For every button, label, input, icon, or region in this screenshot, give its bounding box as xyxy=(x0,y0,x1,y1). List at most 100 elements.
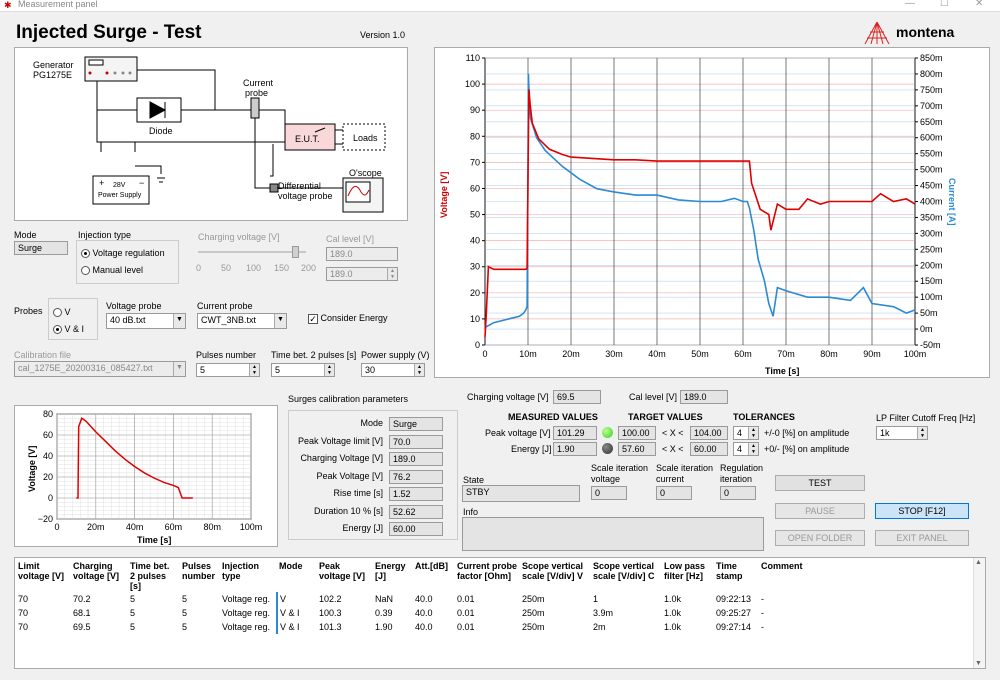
y2-tick-label: 500m xyxy=(920,165,943,175)
psu-voltage-label: 28V xyxy=(113,182,126,189)
voltage-probe-label: Voltage probe xyxy=(106,301,162,311)
setup-diagram: Generator PG1275E Diode Current probe E.… xyxy=(14,47,408,221)
spinner-icon[interactable]: ▲ ▼ xyxy=(387,268,397,280)
peak-tolerance-value: 4 xyxy=(737,428,743,438)
spinner-icon[interactable]: ▲ ▼ xyxy=(249,364,259,376)
injection-option-manual[interactable]: Manual level xyxy=(81,265,144,276)
pause-button[interactable]: PAUSE xyxy=(775,503,865,519)
pulses-number-field[interactable]: 5 ▲ ▼ xyxy=(196,363,260,377)
header-line: Charging xyxy=(73,561,113,571)
minimize-icon[interactable]: — xyxy=(905,0,915,9)
table-column-header[interactable]: Time bet. 2 pulses [s] xyxy=(128,560,180,592)
table-row[interactable]: 70 70.2 5 5 Voltage reg. V 102.2 NaN 40.0 0.01 250… xyxy=(16,592,839,606)
y2-tick-label: 0m xyxy=(920,324,933,334)
preview-chart-panel: 80 60 40 20 0 −20 0 20m 40m 60m 80m 100m Voltage [V… xyxy=(14,405,278,547)
injection-option-label: Manual level xyxy=(92,265,144,275)
table-scrollbar[interactable]: ▲ ▼ xyxy=(973,558,985,668)
probes-option-label: V xyxy=(64,307,71,317)
table-column-header[interactable]: Limit voltage [V] xyxy=(16,560,71,592)
table-cell: 1.0k xyxy=(664,594,682,604)
table-cell: 70 xyxy=(18,594,29,604)
table-cell: 70 xyxy=(18,622,29,632)
y-tick-label: 80 xyxy=(470,131,480,141)
close-icon[interactable]: ✕ xyxy=(975,0,983,9)
table-column-header[interactable]: Time stamp xyxy=(714,560,759,592)
slider-thumb[interactable] xyxy=(292,246,300,258)
lp-filter-field[interactable]: 1k ▲ ▼ xyxy=(876,426,928,440)
table-column-header[interactable]: Injection type xyxy=(220,560,277,592)
table-cell: 100.3 xyxy=(319,608,342,618)
table-cell: 0.01 xyxy=(457,594,475,604)
scale-iter-voltage-field: 0 xyxy=(591,486,627,500)
table-column-header[interactable]: Pulses number xyxy=(180,560,220,592)
charging-voltage-slider[interactable]: 0 50 100 150 200 xyxy=(196,246,316,273)
maximize-icon[interactable]: ☐ xyxy=(940,0,949,9)
power-supply-field[interactable]: 30 ▲ ▼ xyxy=(361,363,425,377)
table-cell: 0.01 xyxy=(457,622,475,632)
psu-minus-label: − xyxy=(139,178,145,188)
current-probe-select[interactable]: CWT_3NB.txt ▼ xyxy=(197,313,287,329)
cal-level-meas-field: 189.0 xyxy=(680,390,728,404)
table-row[interactable]: 70 69.5 5 5 Voltage reg. V & I 101.3 1.90 40.0 0.… xyxy=(16,620,839,634)
table-column-header[interactable]: Att.[dB] xyxy=(413,560,455,592)
probes-option-vi[interactable]: V & I xyxy=(53,324,85,335)
table-column-header[interactable]: Current probe factor [Ohm] xyxy=(455,560,520,592)
preview-y-tick-label: 20 xyxy=(43,472,53,482)
spinner-icon[interactable]: ▲ ▼ xyxy=(414,364,424,376)
radio-icon xyxy=(81,266,90,276)
current-probe-label: Current probe xyxy=(197,301,253,311)
table-column-header[interactable]: Mode xyxy=(277,560,317,592)
slider-tick: 50 xyxy=(221,263,232,273)
table-column-header[interactable]: Scope vertical scale [V/div] C xyxy=(591,560,662,592)
injection-option-voltage[interactable]: Voltage regulation xyxy=(81,248,165,259)
time-between-field[interactable]: 5 ▲ ▼ xyxy=(271,363,335,377)
status-led-off-icon xyxy=(602,443,613,454)
peak-tolerance-field[interactable]: 4 ▲ ▼ xyxy=(733,426,759,440)
peak-target-min-field: 100.00 xyxy=(618,426,656,440)
scale-iter-voltage-label-2: voltage xyxy=(591,474,621,484)
spinner-icon[interactable]: ▲ ▼ xyxy=(748,427,758,439)
generator-model-label: PG1275E xyxy=(33,70,73,80)
table-column-header[interactable]: Energy [J] xyxy=(373,560,413,592)
table-cell: Voltage reg. xyxy=(222,594,271,604)
test-button[interactable]: TEST xyxy=(775,475,865,491)
page-title: Injected Surge - Test xyxy=(16,22,202,43)
chevron-down-icon[interactable]: ▼ xyxy=(274,314,286,328)
pulses-number-label: Pulses number xyxy=(196,350,257,360)
calib-row-value: 1.52 xyxy=(389,487,443,501)
window-titlebar: ✱ Measurement panel — ☐ ✕ xyxy=(0,0,1000,12)
x-tick-label: 100m xyxy=(904,349,927,359)
energy-target-op: < X < xyxy=(662,444,684,454)
header-line: Comment xyxy=(761,561,803,571)
main-chart: 1101009080706050403020100850m800m750m700… xyxy=(465,53,943,359)
voltage-probe-select[interactable]: 40 dB.txt ▼ xyxy=(106,313,186,329)
scroll-up-icon[interactable]: ▲ xyxy=(975,559,982,566)
y2-tick-label: 350m xyxy=(920,212,943,222)
consider-energy-checkbox[interactable]: ✓ Consider Energy xyxy=(308,313,388,324)
cal-level-value-2: 189.0 xyxy=(330,269,353,279)
probes-option-v[interactable]: V xyxy=(53,307,71,318)
spinner-icon[interactable]: ▲ ▼ xyxy=(748,443,758,455)
table-column-header[interactable]: Low pass filter [Hz] xyxy=(662,560,714,592)
calib-group: Mode Surge Peak Voltage limit [V] 70.0 Charg… xyxy=(288,410,458,540)
radio-icon xyxy=(53,308,62,318)
table-cell: Voltage reg. xyxy=(222,608,271,618)
probes-option-label: V & I xyxy=(64,324,85,334)
table-cell: 1.0k xyxy=(664,622,682,632)
table-column-header[interactable]: Charging voltage [V] xyxy=(71,560,128,592)
table-column-header[interactable]: Scope vertical scale [V/div] V xyxy=(520,560,591,592)
table-row[interactable]: 70 68.1 5 5 Voltage reg. V & I 100.3 0.39 40.0 0.… xyxy=(16,606,839,620)
pulses-number-value: 5 xyxy=(200,365,206,375)
open-folder-button[interactable]: OPEN FOLDER xyxy=(775,530,865,546)
energy-tolerance-field[interactable]: 4 ▲ ▼ xyxy=(733,442,759,456)
spinner-icon[interactable]: ▲ ▼ xyxy=(324,364,334,376)
table-column-header[interactable]: Comment xyxy=(759,560,839,592)
exit-panel-button[interactable]: EXIT PANEL xyxy=(875,530,969,546)
header-line: Low pass xyxy=(664,561,706,571)
table-column-header[interactable]: Peak voltage [V] xyxy=(317,560,373,592)
stop-button[interactable]: STOP [F12] xyxy=(875,503,969,519)
chevron-down-icon[interactable]: ▼ xyxy=(173,314,185,328)
header-line: Mode xyxy=(279,561,303,571)
scroll-down-icon[interactable]: ▼ xyxy=(975,660,982,667)
spinner-icon[interactable]: ▲ ▼ xyxy=(917,427,927,439)
